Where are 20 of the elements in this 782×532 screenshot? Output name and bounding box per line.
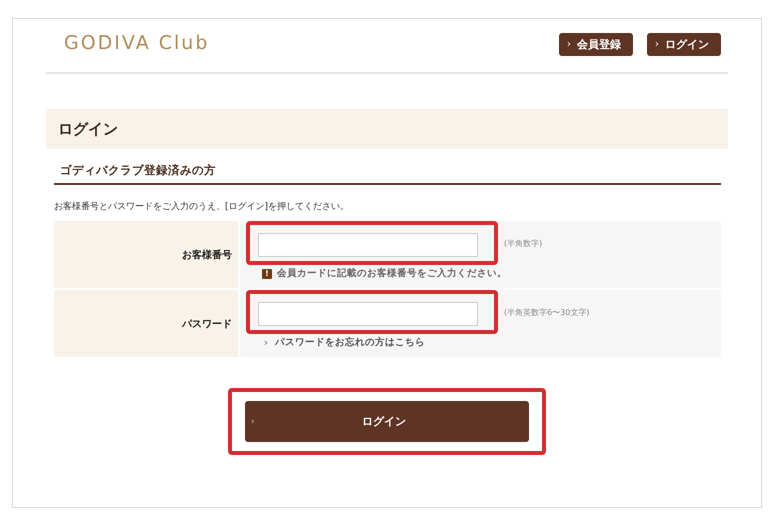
chevron-icon: › <box>567 39 571 50</box>
section-title: ゴディバクラブ登録済みの方 <box>54 161 721 185</box>
field-label: パスワード <box>54 290 238 357</box>
logo: GODIVA Club <box>64 32 210 54</box>
chevron-icon: › <box>251 416 255 426</box>
input-field[interactable] <box>258 302 478 326</box>
instructions: お客様番号とパスワードをご入力のうえ、[ログイン]を押してください。 <box>54 200 350 213</box>
input-field[interactable] <box>258 233 478 257</box>
header-button[interactable]: › ログイン <box>647 33 721 56</box>
page-title: ログイン <box>46 109 728 149</box>
field-hint: (半角数字) <box>504 238 542 248</box>
login-button[interactable]: › ログイン <box>245 401 529 442</box>
chevron-icon: › <box>655 39 659 50</box>
forgot-password-link[interactable]: パスワードをお忘れの方はこちら <box>275 336 425 349</box>
field-note: 会員カードに記載のお客様番号をご入力ください。 <box>277 267 507 280</box>
field-hint: (半角英数字6〜30文字) <box>504 306 590 318</box>
warning-icon: ! <box>262 268 272 278</box>
chevron-icon: › <box>262 336 270 349</box>
field-label: お客様番号 <box>54 221 238 288</box>
header-button[interactable]: › 会員登録 <box>559 33 633 56</box>
